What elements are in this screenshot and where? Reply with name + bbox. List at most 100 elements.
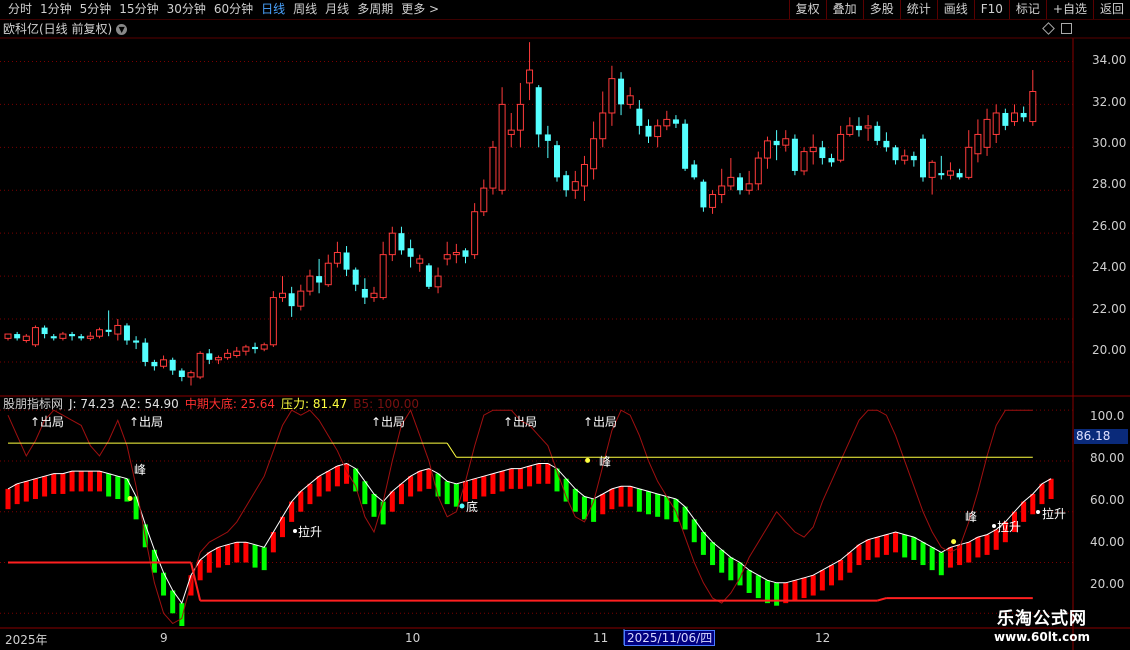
- candle-body: [682, 123, 689, 169]
- indicator-bottom: 中期大底: 25.64: [184, 397, 276, 411]
- candle-body: [324, 262, 332, 286]
- candle-body: [965, 146, 973, 178]
- lift-label: 拉升: [298, 525, 323, 539]
- histogram-bar: [947, 547, 953, 568]
- candle-body: [142, 342, 149, 362]
- price-tick: 28.00: [1092, 177, 1127, 191]
- candle-body: [242, 346, 250, 352]
- candle-body: [709, 194, 717, 208]
- histogram-bar: [893, 532, 899, 553]
- histogram-bar: [682, 506, 688, 530]
- candle-body: [269, 297, 277, 346]
- candle-body: [1002, 112, 1009, 126]
- histogram-bar: [929, 547, 935, 571]
- candle-body: [398, 233, 405, 251]
- histogram-bar: [801, 577, 807, 599]
- candle-body: [535, 87, 542, 135]
- histogram-bar: [920, 542, 926, 566]
- candle-body: [206, 353, 213, 360]
- candle-body: [636, 108, 643, 126]
- candle-body: [352, 269, 359, 285]
- histogram-bar: [838, 559, 844, 581]
- histogram-bar: [179, 603, 185, 626]
- histogram-bar: [453, 483, 459, 507]
- histogram-bar: [710, 542, 716, 566]
- histogram-bar: [618, 486, 624, 507]
- candle-body: [883, 140, 890, 148]
- candle-body: [608, 78, 616, 114]
- candle-body: [14, 334, 21, 339]
- histogram-bar: [362, 481, 368, 505]
- histogram-bar: [636, 488, 642, 512]
- histogram-bar: [1030, 493, 1036, 515]
- indicator-name[interactable]: 股朋指标网: [3, 397, 63, 412]
- lift-label: 拉升: [997, 520, 1022, 534]
- chart-canvas[interactable]: [0, 0, 1130, 650]
- peak-label: 峰: [599, 455, 612, 469]
- indicator-tick: 80.00: [1090, 451, 1125, 465]
- histogram-bar: [874, 537, 880, 558]
- histogram-bar: [69, 471, 75, 492]
- candle-body: [507, 129, 515, 135]
- candle-body: [178, 370, 185, 377]
- candle-body: [123, 325, 130, 341]
- exit-label: ↑出局: [583, 415, 618, 429]
- date-tick: 2025年: [5, 633, 48, 647]
- histogram-bar: [829, 565, 834, 586]
- candle-body: [224, 352, 232, 359]
- candle-body: [691, 164, 698, 178]
- price-tick: 32.00: [1092, 95, 1127, 109]
- histogram-bar: [380, 501, 386, 525]
- candle-body: [196, 352, 204, 378]
- histogram-bar: [581, 496, 587, 520]
- histogram-bar: [5, 488, 11, 510]
- indicator-a2: A2: 54.90: [120, 397, 179, 411]
- histogram-bar: [911, 537, 917, 560]
- histogram-bar: [938, 552, 944, 576]
- histogram-bar: [627, 486, 633, 507]
- candle-body: [151, 361, 158, 367]
- histogram-bar: [545, 463, 551, 484]
- histogram-bar: [490, 473, 496, 494]
- candle-body: [31, 327, 39, 346]
- candle-body: [69, 334, 76, 337]
- candle-body: [169, 359, 176, 371]
- watermark: 乐淘公式网 www.60lt.com: [994, 609, 1090, 645]
- histogram-bar: [206, 552, 212, 573]
- bottom-marker: [459, 503, 465, 509]
- histogram-bar: [755, 575, 761, 599]
- candle-body: [864, 125, 872, 129]
- candle-body: [599, 112, 607, 140]
- histogram-bar: [215, 547, 221, 568]
- candle-body: [480, 187, 488, 213]
- histogram-bar: [691, 519, 697, 543]
- histogram-bar: [673, 499, 679, 522]
- histogram-bar: [371, 493, 377, 517]
- histogram-bar: [902, 534, 908, 558]
- histogram-bar: [966, 542, 972, 563]
- histogram-bar: [984, 534, 990, 555]
- histogram-bar: [508, 468, 514, 489]
- indicator-j: J: 74.23: [69, 397, 115, 411]
- candle-body: [855, 125, 862, 131]
- candle-body: [489, 146, 497, 189]
- candle-body: [105, 329, 112, 332]
- histogram-bar: [23, 481, 29, 502]
- histogram-bar: [389, 491, 395, 512]
- candle-body: [800, 151, 808, 172]
- candle-body: [791, 138, 798, 171]
- candle-body: [571, 181, 579, 191]
- candle-body: [892, 147, 899, 161]
- histogram-bar: [517, 468, 523, 489]
- histogram-bar: [774, 582, 780, 606]
- histogram-bar: [234, 542, 240, 563]
- histogram-bar: [856, 544, 862, 566]
- histogram-bar: [115, 476, 121, 500]
- candle-body: [41, 327, 48, 335]
- cursor-date-label: 2025/11/06/四: [624, 630, 716, 646]
- histogram-bar: [746, 570, 752, 593]
- histogram-bar: [398, 483, 404, 505]
- candle-body: [672, 119, 679, 124]
- candle-body: [526, 69, 534, 84]
- candle-body: [563, 175, 570, 191]
